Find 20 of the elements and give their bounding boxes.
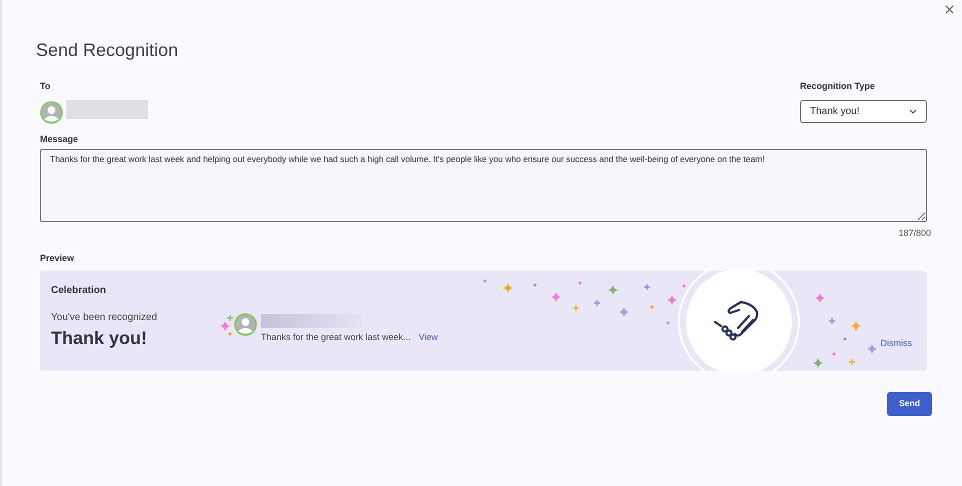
recognition-title: Thank you! <box>51 326 148 348</box>
close-icon <box>944 4 954 14</box>
card-heading: Celebration <box>51 284 108 296</box>
card-subtitle: You've been recognized <box>51 310 158 324</box>
avatar-icon <box>234 312 257 336</box>
character-counter: 187/800 <box>898 227 931 240</box>
send-button[interactable]: Send <box>887 392 932 416</box>
avatar-icon <box>40 100 63 124</box>
sparkle-icon <box>220 314 234 338</box>
dismiss-link[interactable]: Dismiss <box>880 336 912 350</box>
dialog-title: Send Recognition <box>36 39 180 62</box>
message-field[interactable]: Thanks for the great work last week and helping out everybody while we had such a high call volume. It's people like you who ensure our success and the well-being of everyone on the team! <box>40 149 927 222</box>
view-link[interactable]: View <box>418 330 438 344</box>
chevron-down-icon <box>909 109 917 114</box>
recognition-type-select[interactable]: Thank you! <box>800 100 927 123</box>
field-label: Recognition Type <box>800 80 876 92</box>
message-snippet: Thanks for the great work last week... <box>261 330 411 344</box>
field-label: Preview <box>39 252 76 264</box>
field-label: Message <box>39 133 80 145</box>
field-label: To <box>40 80 52 92</box>
